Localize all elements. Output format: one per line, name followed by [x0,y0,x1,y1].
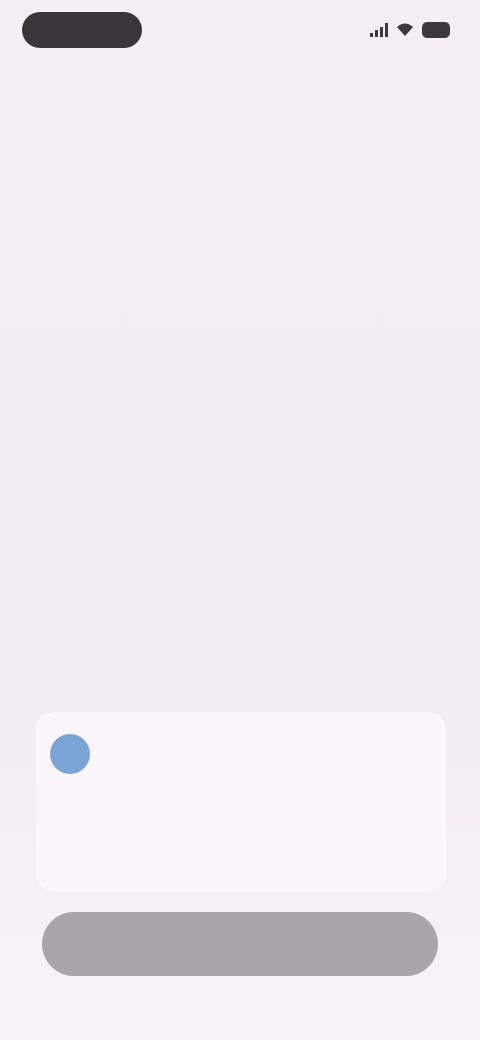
status-bar [0,0,480,64]
otp-card [36,712,446,892]
signal-icon [370,23,388,37]
wifi-icon [397,23,413,36]
code-group-2 [284,800,436,860]
avatar [50,734,90,774]
code-digit-4 [284,800,328,860]
status-icons [370,20,450,40]
code-digit-5 [338,800,382,860]
code-digit-3 [164,800,208,860]
code-digit-1 [56,800,100,860]
primary-button[interactable] [42,912,438,976]
code-digit-6 [392,800,436,860]
code-group-1 [56,800,208,860]
screen [0,0,480,1040]
status-time [22,12,142,48]
header-content [28,358,428,372]
account-row [50,734,100,774]
code-row[interactable] [56,800,436,860]
code-digit-2 [110,800,154,860]
battery-icon [422,22,450,38]
